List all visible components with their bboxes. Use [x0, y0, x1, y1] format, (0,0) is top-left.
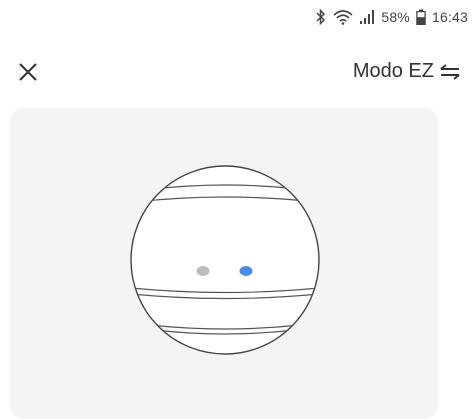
- signal-icon: [359, 9, 375, 25]
- close-button[interactable]: [14, 58, 42, 86]
- device-illustration-card: [10, 108, 438, 419]
- app-header: Modo EZ: [0, 56, 474, 92]
- wifi-icon: [333, 9, 353, 25]
- close-icon: [19, 63, 37, 81]
- indicator-light-blue: [239, 266, 253, 276]
- mode-switch-button[interactable]: Modo EZ: [353, 60, 460, 83]
- indicator-light-grey: [196, 266, 210, 276]
- smart-device-illustration: [130, 165, 320, 355]
- clock: 16:43: [431, 9, 468, 25]
- bluetooth-icon: [315, 9, 327, 25]
- battery-icon: [416, 9, 426, 25]
- swap-arrows-icon: [440, 63, 460, 80]
- battery-percent: 58%: [381, 9, 410, 25]
- mode-label: Modo EZ: [352, 60, 434, 82]
- screen: 58% 16:43 Modo EZ: [0, 0, 474, 419]
- status-bar: 58% 16:43: [315, 6, 468, 28]
